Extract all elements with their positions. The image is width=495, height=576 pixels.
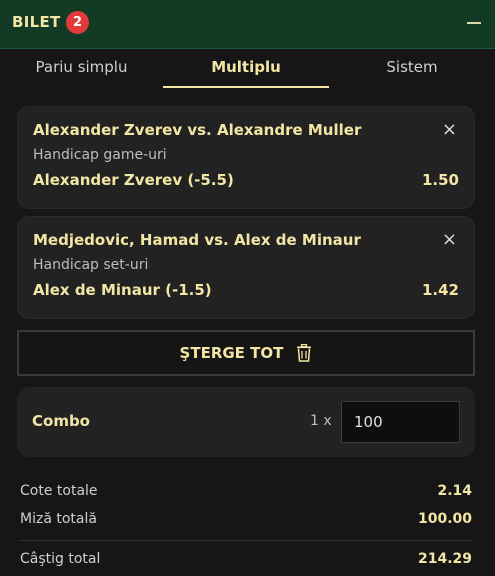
combo-stake-panel: Combo 1 x	[17, 387, 475, 457]
total-stake-value: 100.00	[417, 511, 472, 527]
summary-total-win: Câştig total 214.29	[20, 551, 472, 573]
bet-type-tabs: Pariu simplu Multiplu Sistem	[0, 48, 495, 88]
bet-item: Alexander Zverev vs. Alexandre Muller × …	[17, 106, 475, 209]
bet-odds: 1.42	[421, 281, 459, 299]
total-stake-label: Miză totală	[20, 511, 97, 527]
ticket-header[interactable]: BILET 2	[0, 0, 495, 49]
bet-match: Medjedovic, Hamad vs. Alex de Minaur	[33, 231, 361, 249]
ticket-title: BILET	[12, 13, 61, 31]
total-win-label: Câştig total	[20, 551, 101, 567]
bet-selection: Alexander Zverev (-5.5)	[33, 171, 234, 189]
bet-item: Medjedovic, Hamad vs. Alex de Minaur × H…	[17, 216, 475, 319]
summary-total-odds: Cote totale 2.14	[20, 483, 472, 505]
total-odds-label: Cote totale	[20, 483, 98, 499]
stake-input[interactable]	[341, 401, 460, 443]
tab-multiple[interactable]: Multiplu	[163, 48, 329, 88]
selection-count-badge: 2	[66, 11, 89, 34]
bet-match: Alexander Zverev vs. Alexandre Muller	[33, 121, 362, 139]
tab-system[interactable]: Sistem	[329, 48, 495, 86]
combo-multiplier: 1 x	[310, 413, 332, 429]
total-win-value: 214.29	[417, 551, 472, 567]
combo-label: Combo	[32, 412, 90, 430]
minus-icon[interactable]	[467, 22, 481, 24]
bet-market: Handicap game-uri	[33, 147, 167, 163]
bet-market: Handicap set-uri	[33, 257, 149, 273]
tab-single[interactable]: Pariu simplu	[0, 48, 163, 86]
close-icon[interactable]: ×	[442, 231, 457, 249]
summary-divider	[20, 540, 472, 541]
bet-odds: 1.50	[421, 171, 459, 189]
total-odds-value: 2.14	[437, 483, 472, 499]
clear-all-button[interactable]: ŞTERGE TOT	[17, 330, 475, 376]
close-icon[interactable]: ×	[442, 121, 457, 139]
summary-total-stake: Miză totală 100.00	[20, 511, 472, 533]
bet-selection: Alex de Minaur (-1.5)	[33, 281, 212, 299]
clear-all-label: ŞTERGE TOT	[179, 344, 284, 362]
trash-icon	[296, 343, 312, 366]
